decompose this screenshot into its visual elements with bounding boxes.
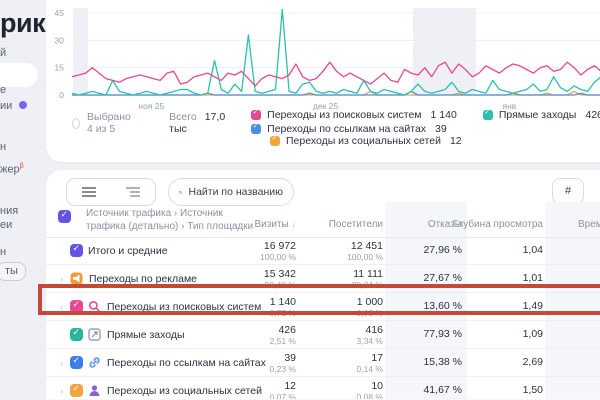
legend-row-1: Выбрано 4 из 5 Всего17,0 тыс Переходы из… bbox=[46, 108, 600, 135]
legend-item[interactable]: Переходы из социальных сетей 12 bbox=[270, 134, 462, 147]
cell-bounce: 41,67 % bbox=[423, 384, 462, 396]
list-view-icon[interactable] bbox=[82, 186, 96, 198]
chart-card: 0 15 30 45 ноя 25 дек 25 янв Выбрано 4 из 5 Вс… bbox=[46, 0, 600, 162]
series-checkbox[interactable] bbox=[70, 327, 83, 341]
sidebar-item-fragment[interactable]: ты bbox=[0, 262, 26, 281]
row-label: Переходы по рекламе bbox=[89, 272, 198, 285]
notification-dot-icon bbox=[19, 101, 27, 109]
cell-visits: 39 0,23 % bbox=[269, 352, 296, 374]
legend-row-2: Переходы из социальных сетей 12 bbox=[244, 132, 600, 150]
legend-item-value: 12 bbox=[449, 135, 462, 147]
column-header-time[interactable]: Время на сайте bbox=[578, 219, 600, 230]
cell-depth: 1,01 bbox=[522, 272, 543, 284]
tree-view-icon[interactable] bbox=[126, 186, 140, 198]
column-header-visits[interactable]: Визиты ↓ bbox=[255, 219, 296, 230]
sidebar-item-fragment[interactable]: еи bbox=[0, 219, 12, 231]
sidebar-item-fragment[interactable]: й bbox=[0, 47, 6, 59]
social-source-icon bbox=[88, 384, 101, 397]
expand-chevron-icon[interactable]: › bbox=[60, 274, 70, 284]
row-label: Итого и средние bbox=[88, 244, 168, 257]
total-label: Всего 17,0 тыс bbox=[169, 111, 226, 135]
sidebar-item-fragment[interactable]: жерβ bbox=[0, 163, 24, 176]
y-axis-tick: 15 bbox=[55, 63, 65, 73]
series-checkbox[interactable] bbox=[70, 383, 83, 397]
cell-visits: 12 0,07 % bbox=[269, 380, 296, 400]
cell-visitors: 12 451 100,00 % bbox=[347, 240, 383, 262]
legend-item-value: 426 bbox=[585, 109, 600, 121]
chart-legend: Выбрано 4 из 5 Всего17,0 тыс Переходы из… bbox=[46, 108, 600, 150]
row-label: Переходы по ссылкам на сайтах bbox=[107, 356, 266, 369]
row-label: Переходы из социальных сетей bbox=[107, 384, 262, 397]
sort-arrow-icon: ↓ bbox=[291, 219, 297, 229]
cell-depth: 2,69 bbox=[522, 356, 543, 368]
legend-check-icon bbox=[270, 134, 280, 146]
legend-item-label: Переходы из социальных сетей bbox=[286, 135, 441, 147]
search-placeholder: Найти по названию bbox=[188, 186, 284, 198]
selected-count-label: Выбрано 4 из 5 bbox=[87, 111, 131, 135]
sidebar: рика й е ии н жерβ ния еи н ты bbox=[0, 0, 60, 400]
legend-item-value: 1 140 bbox=[430, 109, 457, 121]
dimension-header[interactable]: Источник трафика › Источник трафика (дет… bbox=[86, 208, 253, 233]
expand-chevron-icon[interactable]: › bbox=[60, 358, 70, 368]
cell-bounce: 15,38 % bbox=[423, 356, 462, 368]
direct-source-icon bbox=[88, 328, 101, 341]
expand-chevron-icon[interactable]: › bbox=[60, 386, 70, 396]
number-format-button[interactable]: # bbox=[552, 178, 584, 204]
metrica-dashboard: рика й е ии н жерβ ния еи н ты 0 15 30 45 ноя 25 дек … bbox=[0, 0, 600, 400]
highlight-annotation-rect bbox=[38, 284, 600, 315]
y-axis-tick: 30 bbox=[55, 35, 65, 45]
table-row[interactable]: Прямые заходы 4262,51 % 4163,34 % 77,93 % 1,… bbox=[46, 321, 600, 349]
search-icon bbox=[179, 190, 183, 194]
sidebar-item-fragment[interactable]: н bbox=[0, 141, 6, 153]
cell-bounce: 27,67 % bbox=[423, 272, 462, 284]
cell-visits: 16 972 100,00 % bbox=[260, 240, 296, 262]
legend-check-icon bbox=[482, 108, 493, 120]
legend-item-label: Прямые заходы bbox=[498, 109, 577, 121]
series-line bbox=[71, 8, 600, 96]
table-row[interactable]: › Переходы из социальных сетей 120,07 % 100… bbox=[46, 377, 600, 400]
sidebar-item-fragment[interactable]: н bbox=[0, 246, 6, 258]
y-axis-tick: 0 bbox=[59, 90, 64, 100]
table-row[interactable]: › Переходы по ссылкам на сайтах390,23 % 17… bbox=[46, 349, 600, 377]
legend-toggle-icon[interactable] bbox=[72, 117, 81, 129]
series-line bbox=[71, 61, 600, 87]
cell-bounce: 77,93 % bbox=[423, 328, 462, 340]
cell-visitors: 10 0,08 % bbox=[356, 380, 383, 400]
traffic-line-chart[interactable]: 0153045ноя 25 дек 25 янв bbox=[46, 0, 600, 116]
cell-depth: 1,09 bbox=[522, 328, 543, 340]
cell-depth: 1,04 bbox=[522, 244, 543, 256]
legend-item[interactable]: Переходы из поисковых систем 1 140 bbox=[251, 108, 457, 121]
y-axis-tick: 45 bbox=[55, 8, 65, 18]
series-checkbox[interactable] bbox=[70, 355, 83, 369]
legend-item-label: Переходы из поисковых систем bbox=[267, 109, 422, 121]
chart-highlight-band bbox=[73, 8, 89, 95]
table-row[interactable]: Итого и средние 16 972100,00 % 12 451100,0… bbox=[46, 237, 600, 265]
table-header: Источник трафика › Источник трафика (дет… bbox=[46, 202, 600, 238]
legend-item[interactable]: Прямые заходы 426 bbox=[482, 108, 600, 121]
column-header-visitors[interactable]: Посетители bbox=[329, 219, 383, 230]
column-header-depth[interactable]: Глубина просмотра bbox=[453, 219, 543, 230]
sidebar-item-fragment[interactable]: е bbox=[0, 84, 6, 96]
cell-bounce: 27,96 % bbox=[423, 244, 462, 256]
x-axis-label: ноя 25 bbox=[138, 101, 164, 111]
cell-visits: 426 2,51 % bbox=[269, 324, 296, 346]
dimension-checkbox[interactable] bbox=[58, 209, 76, 223]
cell-visitors: 17 0,14 % bbox=[356, 352, 383, 374]
cell-depth: 1,50 bbox=[522, 384, 543, 396]
sidebar-item-fragment[interactable]: ии bbox=[0, 100, 12, 112]
legend-check-icon bbox=[251, 108, 262, 120]
chart-highlight-band bbox=[412, 8, 477, 95]
sidebar-item-fragment[interactable]: ния bbox=[0, 205, 18, 217]
row-label: Прямые заходы bbox=[107, 328, 185, 341]
link-source-icon bbox=[88, 356, 101, 369]
cell-visitors: 416 3,34 % bbox=[356, 324, 383, 346]
series-checkbox[interactable] bbox=[70, 243, 83, 257]
